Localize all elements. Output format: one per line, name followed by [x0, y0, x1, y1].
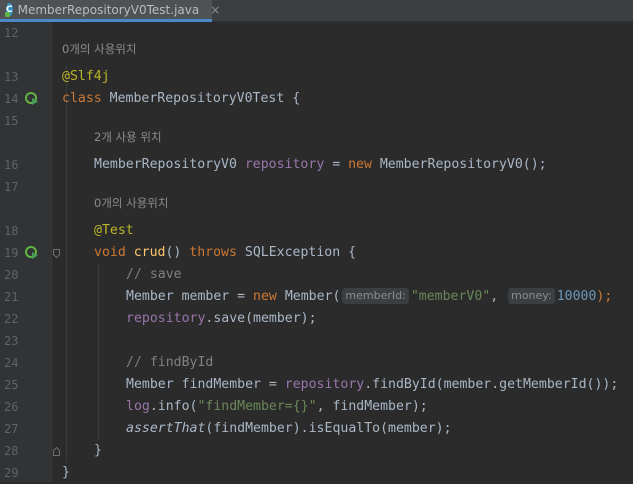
code-line-21: 21 Member member = new Member(memberId: "… — [0, 286, 633, 308]
line-number: 29 — [4, 466, 19, 480]
member-declaration: Member member = — [126, 289, 254, 304]
closing-brace: } — [94, 443, 102, 458]
method-crud: crud — [133, 245, 166, 260]
code-line-25: 25 Member findMember = repository.findBy… — [0, 374, 633, 396]
field-log: log — [126, 399, 150, 414]
line-number: 18 — [4, 224, 19, 238]
comment-findbyid: // findById — [126, 355, 214, 370]
code-line-27: 27 assertThat(findMember).isEqualTo(memb… — [0, 418, 633, 440]
assign-op: = — [324, 157, 349, 172]
usage-hint[interactable]: 2개 사용 위치 — [94, 129, 162, 151]
keyword-class: class — [62, 91, 102, 106]
line-number: 14 — [4, 92, 19, 106]
code-editor[interactable]: 12 0개의 사용위치 13 @Slf4j 14 class MemberRep… — [0, 22, 633, 482]
code-line-16: 16 MemberRepositoryV0 repository = new M… — [0, 154, 633, 176]
findbyid-call: .findById(member.getMemberId()); — [364, 377, 619, 392]
param-hint-memberid: memberId: — [342, 288, 409, 304]
line-number: 16 — [4, 158, 19, 172]
save-call: .save(member); — [205, 311, 317, 326]
comment-save: // save — [126, 267, 182, 282]
comma: , — [490, 289, 507, 304]
code-line-20: 20 // save — [0, 264, 633, 286]
log-args: , findMember); — [316, 399, 428, 414]
code-line-13: 13 @Slf4j — [0, 66, 633, 88]
run-test-icon[interactable] — [25, 246, 39, 260]
line-number: 28 — [4, 444, 19, 458]
tab-member-repository-test[interactable]: C MemberRepositoryV0Test.java × — [0, 0, 220, 22]
java-class-icon: C — [5, 3, 13, 17]
keyword-new: new — [348, 157, 372, 172]
code-line-24: 24 // findById — [0, 352, 633, 374]
log-info-call: .info( — [149, 399, 198, 414]
exception-type: SQLException { — [236, 245, 357, 260]
fold-marker-icon[interactable] — [53, 249, 60, 258]
editor-tab-bar: C MemberRepositoryV0Test.java × — [0, 0, 633, 22]
line-number: 12 — [4, 26, 19, 40]
usage-hint[interactable]: 0개의 사용위치 — [94, 195, 168, 217]
close-tab-icon[interactable]: × — [210, 3, 220, 17]
string-literal: "findMember={}" — [197, 399, 317, 414]
run-test-icon[interactable] — [25, 92, 39, 106]
code-line-19: 19 void crud() throws SQLException { — [0, 242, 633, 264]
code-line-14: 14 class MemberRepositoryV0Test { — [0, 88, 633, 110]
line-number: 22 — [4, 312, 19, 326]
field-repository: repository — [126, 311, 206, 326]
tab-filename: MemberRepositoryV0Test.java — [17, 2, 200, 17]
field-type: MemberRepositoryV0 — [94, 157, 245, 172]
constructor-name: Member( — [276, 289, 341, 304]
line-number: 23 — [4, 334, 19, 348]
param-hint-money: money: — [508, 288, 555, 304]
code-line-18: 18 @Test — [0, 220, 633, 242]
line-number: 27 — [4, 422, 19, 436]
number-literal: 10000 — [556, 289, 597, 304]
keyword-new: new — [253, 289, 277, 304]
code-line-22: 22 repository.save(member); — [0, 308, 633, 330]
findmember-declaration: Member findMember = — [126, 377, 285, 392]
code-line-23: 23 — [0, 330, 633, 352]
keyword-throws: throws — [189, 245, 237, 260]
line-number: 13 — [4, 70, 19, 84]
line-number: 25 — [4, 378, 19, 392]
annotation-slf4j: @Slf4j — [62, 69, 110, 84]
line-number: 20 — [4, 268, 19, 282]
keyword-void: void — [94, 245, 134, 260]
class-declaration: MemberRepositoryV0Test { — [101, 91, 301, 106]
statement-end: ); — [596, 289, 613, 304]
annotation-test: @Test — [94, 223, 134, 238]
fold-marker-icon[interactable] — [53, 447, 60, 456]
closing-brace: } — [62, 465, 70, 480]
code-line-29: 29 } — [0, 462, 633, 484]
line-number: 26 — [4, 400, 19, 414]
method-assertthat: assertThat — [126, 421, 206, 436]
line-number: 15 — [4, 114, 19, 128]
field-repository: repository — [284, 377, 365, 392]
string-literal: "memberV0" — [410, 289, 491, 304]
line-number: 21 — [4, 290, 19, 304]
method-parens: () — [165, 245, 190, 260]
code-line-26: 26 log.info("findMember={}", findMember)… — [0, 396, 633, 418]
field-repository: repository — [244, 157, 325, 172]
assertion-chain: (findMember).isEqualTo(member); — [205, 421, 452, 436]
line-number: 17 — [4, 180, 19, 194]
line-number: 24 — [4, 356, 19, 370]
code-line-28: 28 } — [0, 440, 633, 462]
usage-hint[interactable]: 0개의 사용위치 — [62, 41, 136, 63]
line-number: 19 — [4, 246, 19, 260]
constructor-call: MemberRepositoryV0(); — [371, 157, 547, 172]
